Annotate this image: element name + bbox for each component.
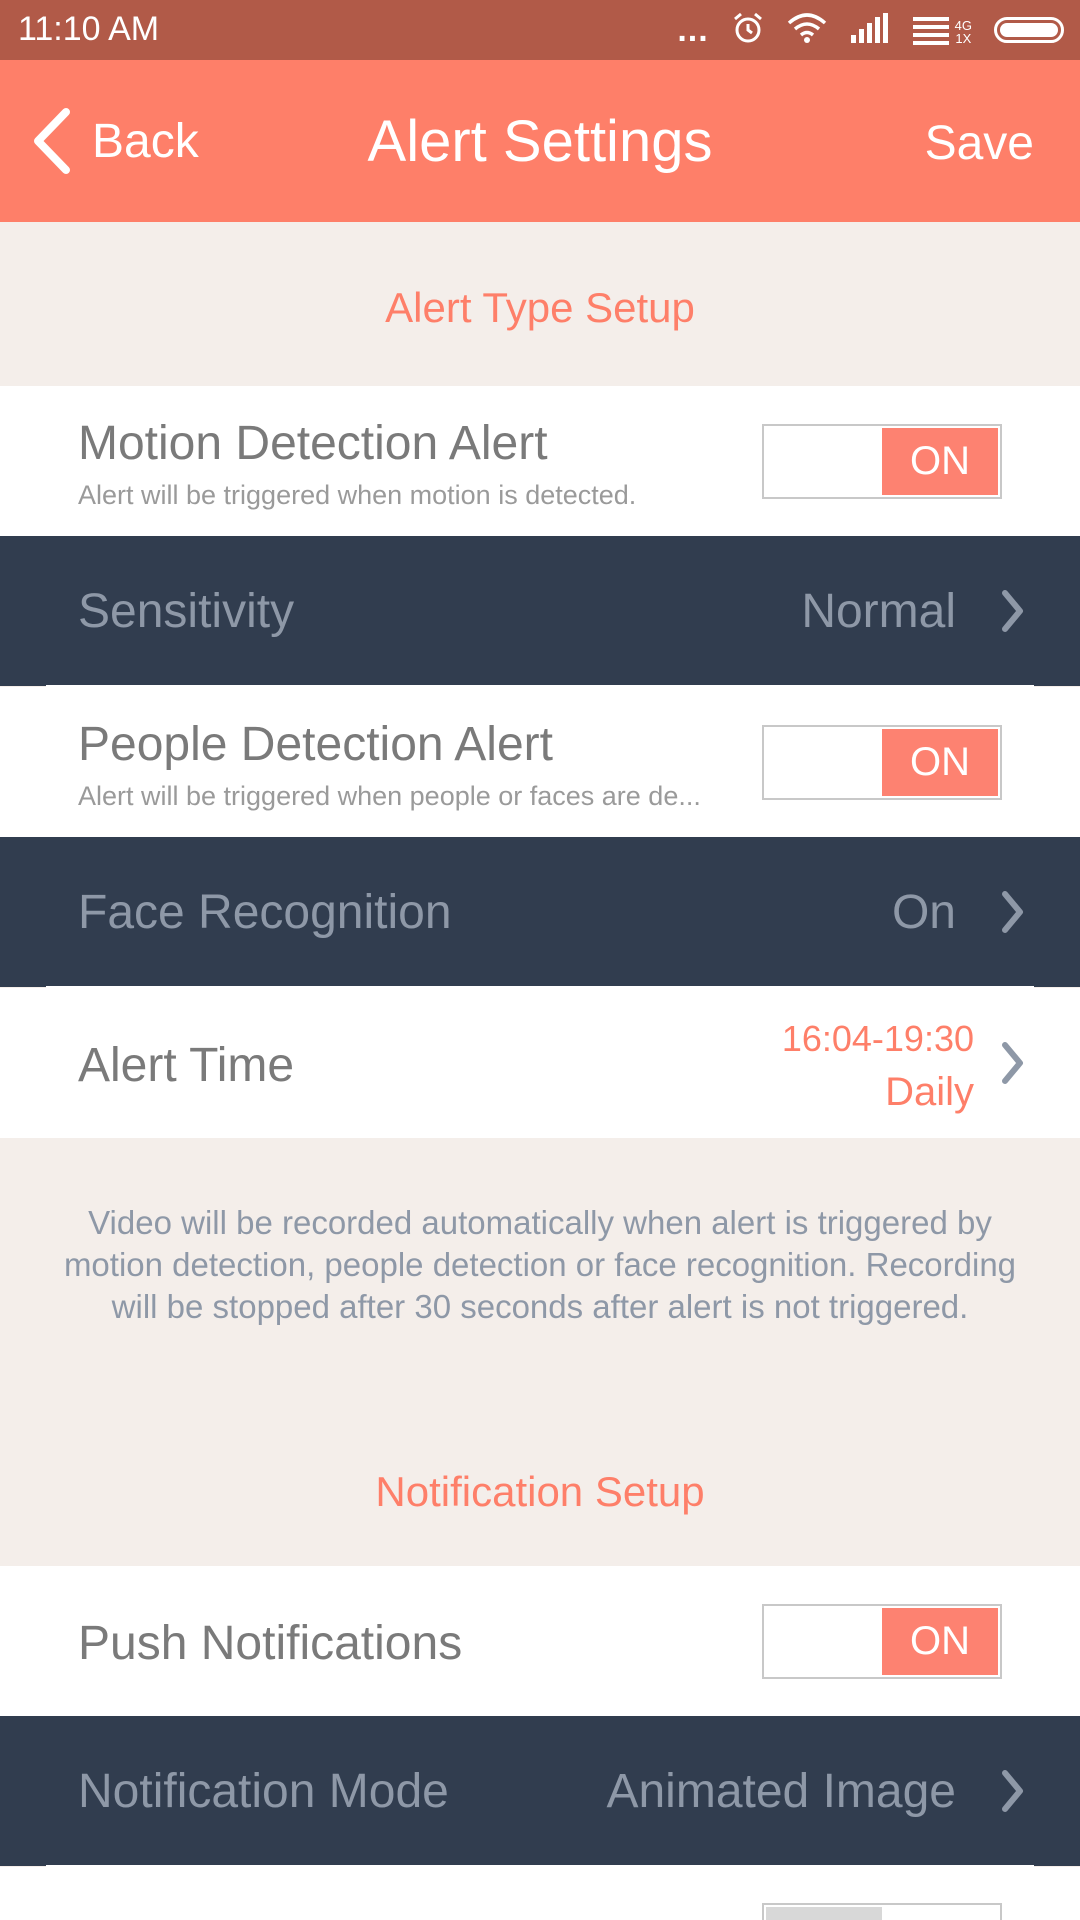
section-header-alert-type: Alert Type Setup (0, 222, 1080, 386)
sensitivity-row[interactable]: Sensitivity Normal (0, 536, 1080, 686)
alert-time-title: Alert Time (78, 1039, 295, 1092)
status-bar: 11:10 AM ... 4G 1X (0, 0, 1080, 60)
save-button[interactable]: Save (925, 116, 1034, 171)
people-detection-toggle[interactable]: ON (762, 725, 1002, 800)
motion-detection-subtitle: Alert will be triggered when motion is d… (78, 480, 637, 510)
sensitivity-value: Normal (801, 585, 956, 638)
network-1x-label: 1X (955, 31, 972, 46)
section-header-notification: Notification Setup (0, 1440, 1080, 1566)
signal-4g-icon: 4G 1X (911, 15, 972, 45)
next-setting-toggle[interactable] (762, 1903, 1002, 1920)
motion-detection-row: Motion Detection Alert Alert will be tri… (0, 386, 1080, 536)
push-notifications-toggle[interactable]: ON (762, 1604, 1002, 1679)
face-recognition-title: Face Recognition (78, 886, 452, 939)
alert-time-range: 16:04-19:30 (781, 1018, 974, 1059)
chevron-right-icon (1002, 1770, 1023, 1812)
wifi-icon (787, 12, 827, 48)
signal-icon (849, 12, 889, 48)
sensitivity-title: Sensitivity (78, 585, 295, 638)
people-detection-title: People Detection Alert (78, 718, 553, 771)
alert-time-repeat: Daily (885, 1070, 974, 1114)
motion-detection-title: Motion Detection Alert (78, 417, 548, 470)
next-setting-row (0, 1867, 1080, 1920)
chevron-right-icon (1002, 590, 1023, 632)
more-dots-icon: ... (677, 11, 709, 49)
people-detection-subtitle: Alert will be triggered when people or f… (78, 781, 701, 811)
chevron-right-icon (1002, 891, 1023, 933)
recording-info-text: Video will be recorded automatically whe… (63, 1204, 1017, 1325)
toggle-knob: ON (882, 1608, 998, 1675)
people-detection-row: People Detection Alert Alert will be tri… (0, 687, 1080, 837)
status-time: 11:10 AM (18, 10, 160, 48)
face-recognition-value: On (891, 886, 956, 939)
section-title-notification: Notification Setup (375, 1468, 705, 1515)
notification-mode-row[interactable]: Notification Mode Animated Image (0, 1716, 1080, 1866)
toggle-knob: ON (882, 729, 998, 796)
push-notifications-title: Push Notifications (78, 1617, 463, 1670)
status-icons: ... 4G 1X (677, 10, 1064, 50)
alarm-icon (731, 11, 765, 50)
notification-mode-title: Notification Mode (78, 1765, 449, 1818)
notification-mode-value: Animated Image (606, 1765, 956, 1818)
battery-icon (994, 17, 1064, 43)
face-recognition-row[interactable]: Face Recognition On (0, 837, 1080, 987)
toggle-knob-off (766, 1907, 882, 1920)
alert-time-row[interactable]: Alert Time 16:04-19:30 Daily (0, 988, 1080, 1138)
app-bar: Back Alert Settings Save (0, 60, 1080, 222)
push-notifications-row: Push Notifications ON (0, 1566, 1080, 1716)
chevron-right-icon (1002, 1042, 1023, 1084)
page-title: Alert Settings (367, 109, 713, 174)
section-title-alert-type: Alert Type Setup (385, 284, 695, 331)
toggle-knob: ON (882, 428, 998, 495)
motion-detection-toggle[interactable]: ON (762, 424, 1002, 499)
